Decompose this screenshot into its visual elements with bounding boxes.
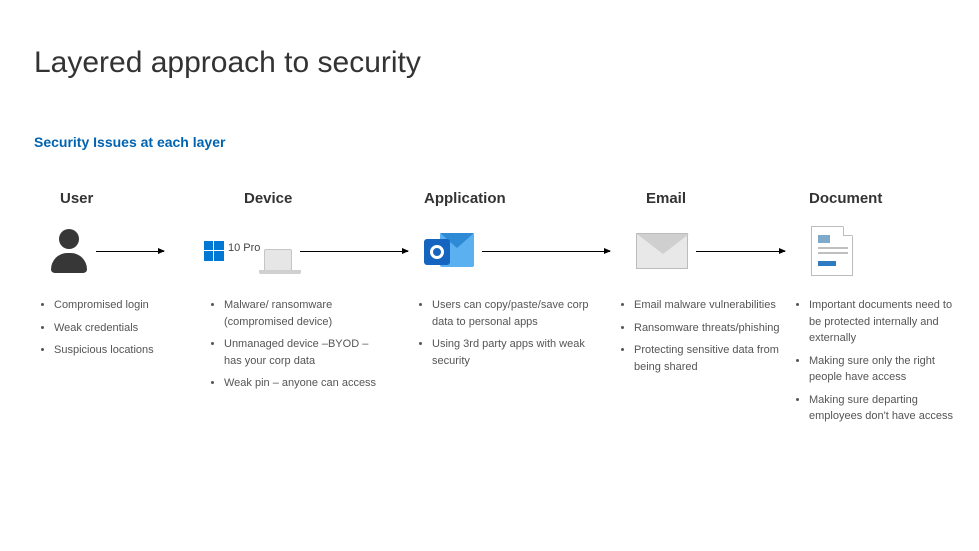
device-icon: 10 Pro xyxy=(204,231,292,271)
application-issues-list: Users can copy/paste/save corp data to p… xyxy=(412,297,614,375)
user-issues-list: Compromised login Weak credentials Suspi… xyxy=(34,297,154,365)
layers-row: User Compromised login Weak credentials … xyxy=(34,190,969,431)
column-document: Document Important documents need to be … xyxy=(789,190,959,431)
subtitle: Security Issues at each layer xyxy=(34,134,225,150)
list-item: Using 3rd party apps with weak security xyxy=(432,336,594,369)
column-email-heading: Email xyxy=(646,190,686,207)
list-item: Suspicious locations xyxy=(54,342,154,359)
column-user: User Compromised login Weak credentials … xyxy=(34,190,204,431)
device-issues-list: Malware/ ransomware (compromised device)… xyxy=(204,297,412,398)
list-item: Unmanaged device –BYOD – has your corp d… xyxy=(224,336,388,369)
list-item: Users can copy/paste/save corp data to p… xyxy=(432,297,594,330)
laptop-icon xyxy=(264,249,292,271)
list-item: Weak pin – anyone can access xyxy=(224,375,388,392)
arrow-icon xyxy=(696,251,785,252)
list-item: Making sure departing employees don't ha… xyxy=(809,392,955,425)
list-item: Email malware vulnerabilities xyxy=(634,297,781,314)
list-item: Important documents need to be protected… xyxy=(809,297,955,347)
document-icon xyxy=(811,226,853,276)
list-item: Protecting sensitive data from being sha… xyxy=(634,342,781,375)
column-device-heading: Device xyxy=(244,190,292,207)
column-device: Device 10 Pro Malware/ ransomware (compr… xyxy=(204,190,412,431)
user-icon xyxy=(50,229,88,274)
arrow-icon xyxy=(482,251,610,252)
column-document-heading: Document xyxy=(809,190,882,207)
list-item: Ransomware threats/phishing xyxy=(634,320,781,337)
document-issues-list: Important documents need to be protected… xyxy=(789,297,959,431)
page-title: Layered approach to security xyxy=(34,46,421,80)
device-pro-label: 10 Pro xyxy=(228,242,260,254)
list-item: Malware/ ransomware (compromised device) xyxy=(224,297,388,330)
column-user-heading: User xyxy=(60,190,93,207)
arrow-icon xyxy=(300,251,408,252)
email-issues-list: Email malware vulnerabilities Ransomware… xyxy=(614,297,789,381)
list-item: Making sure only the right people have a… xyxy=(809,353,955,386)
list-item: Compromised login xyxy=(54,297,154,314)
list-item: Weak credentials xyxy=(54,320,154,337)
outlook-icon xyxy=(424,229,474,273)
envelope-icon xyxy=(636,233,688,269)
column-application-heading: Application xyxy=(424,190,506,207)
arrow-icon xyxy=(96,251,164,252)
column-application: Application Users can copy/paste/save co… xyxy=(412,190,614,431)
windows-logo-icon xyxy=(204,241,224,261)
column-email: Email Email malware vulnerabilities Rans… xyxy=(614,190,789,431)
